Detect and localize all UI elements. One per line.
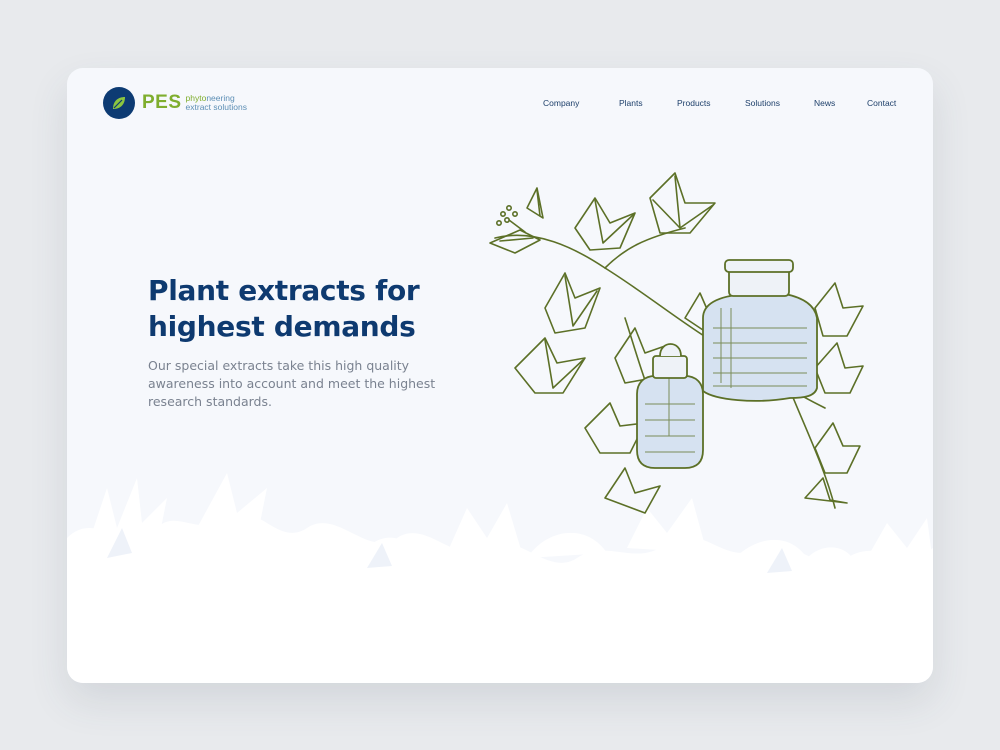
nav-link-solutions[interactable]: Solutions — [745, 98, 780, 108]
hero-subtext: Our special extracts take this high qual… — [148, 358, 436, 409]
nav-link-plants[interactable]: Plants — [619, 98, 643, 108]
hero-headline: Plant extracts for highest demands — [148, 273, 468, 345]
nav-link-news[interactable]: News — [814, 98, 835, 108]
hero-headline-line2: highest demands — [148, 310, 416, 343]
hero-headline-line1: Plant extracts for — [148, 274, 420, 307]
nav-link-contact[interactable]: Contact — [867, 98, 896, 108]
nav-link-company[interactable]: Company — [543, 98, 579, 108]
nav-link-products[interactable]: Products — [677, 98, 711, 108]
main-nav: Company Plants Products Solutions News C… — [67, 98, 933, 112]
hero-card: PES phytoneering extract solutions Compa… — [67, 68, 933, 683]
ivy-and-bottles-illustration — [489, 172, 864, 514]
